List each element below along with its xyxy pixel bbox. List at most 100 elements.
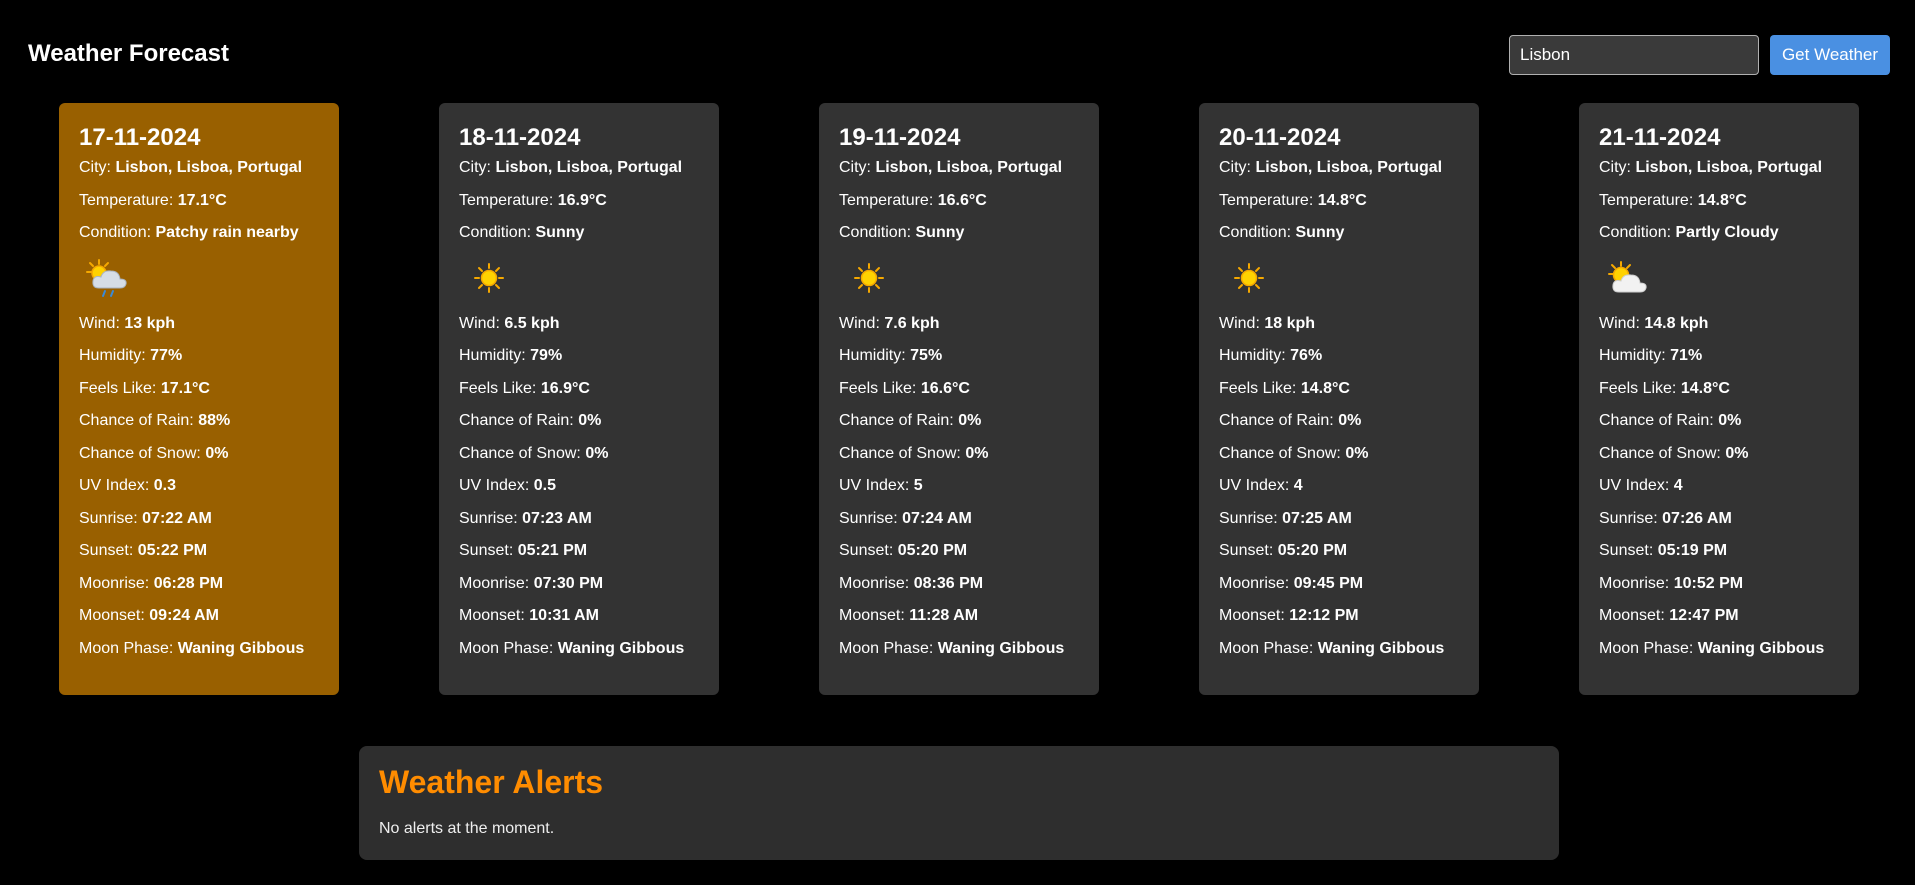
city-row: City: Lisbon, Lisboa, Portugal xyxy=(1219,158,1459,191)
moonset-label: Moonset: xyxy=(1599,607,1665,624)
humidity-value: 76% xyxy=(1290,347,1323,364)
sunset-label: Sunset: xyxy=(839,542,894,559)
chance-of-snow-row: Chance of Snow: 0% xyxy=(79,444,319,477)
feels-like-value: 17.1°C xyxy=(160,379,210,397)
uv-index-row: UV Index: 4 xyxy=(1219,476,1459,509)
condition-value: Sunny xyxy=(1295,224,1345,241)
chance-of-rain-value: 88% xyxy=(198,412,231,429)
wind-label: Wind: xyxy=(839,314,880,332)
chance-of-snow-row: Chance of Snow: 0% xyxy=(1599,444,1839,477)
condition-row: Condition: Patchy rain nearby xyxy=(79,223,319,256)
moonset-row: Moonset: 09:24 AM xyxy=(79,606,319,639)
moon-phase-row: Moon Phase: Waning Gibbous xyxy=(1599,639,1839,672)
wind-value: 6.5 kph xyxy=(504,314,560,332)
moonrise-row: Moonrise: 06:28 PM xyxy=(79,574,319,607)
condition-label: Condition: xyxy=(839,224,912,241)
forecast-card[interactable]: 20-11-2024 City: Lisbon, Lisboa, Portugal… xyxy=(1199,103,1479,695)
temperature-row: Temperature: 17.1°C xyxy=(79,191,319,224)
forecast-card[interactable]: 18-11-2024 City: Lisbon, Lisboa, Portugal… xyxy=(439,103,719,695)
sunset-label: Sunset: xyxy=(1219,542,1274,559)
sunrise-value: 07:25 AM xyxy=(1282,509,1352,527)
humidity-row: Humidity: 71% xyxy=(1599,346,1839,379)
wind-label: Wind: xyxy=(459,314,500,332)
sunset-row: Sunset: 05:19 PM xyxy=(1599,541,1839,574)
moon-phase-value: Waning Gibbous xyxy=(1317,639,1445,657)
chance-of-rain-value: 0% xyxy=(1338,412,1362,429)
chance-of-rain-row: Chance of Rain: 0% xyxy=(1219,411,1459,444)
moonset-row: Moonset: 11:28 AM xyxy=(839,606,1079,639)
sunrise-row: Sunrise: 07:25 AM xyxy=(1219,509,1459,542)
uv-index-row: UV Index: 0.5 xyxy=(459,476,699,509)
city-label: City: xyxy=(79,159,111,176)
wind-row: Wind: 7.6 kph xyxy=(839,314,1079,347)
forecast-date: 20-11-2024 xyxy=(1219,124,1341,151)
moon-phase-row: Moon Phase: Waning Gibbous xyxy=(1219,639,1459,672)
moonrise-row: Moonrise: 10:52 PM xyxy=(1599,574,1839,607)
moonrise-row: Moonrise: 08:36 PM xyxy=(839,574,1079,607)
forecast-cards: 17-11-2024 City: Lisbon, Lisboa, Portugal… xyxy=(0,103,1915,695)
feels-like-label: Feels Like: xyxy=(1219,379,1297,397)
city-value: Lisbon, Lisboa, Portugal xyxy=(1255,159,1443,176)
forecast-card[interactable]: 17-11-2024 City: Lisbon, Lisboa, Portugal… xyxy=(59,103,339,695)
sunrise-label: Sunrise: xyxy=(1599,509,1658,527)
temperature-value: 14.8°C xyxy=(1697,191,1747,209)
uv-index-label: UV Index: xyxy=(1219,477,1290,494)
wind-label: Wind: xyxy=(1599,314,1640,332)
sunset-value: 05:20 PM xyxy=(1277,542,1348,559)
city-row: City: Lisbon, Lisboa, Portugal xyxy=(79,158,319,191)
sunrise-label: Sunrise: xyxy=(459,509,518,527)
sunset-label: Sunset: xyxy=(1599,542,1654,559)
uv-index-row: UV Index: 5 xyxy=(839,476,1079,509)
sunset-row: Sunset: 05:21 PM xyxy=(459,541,699,574)
chance-of-rain-value: 0% xyxy=(1718,412,1742,429)
uv-index-value: 4 xyxy=(1673,477,1683,494)
city-label: City: xyxy=(1599,159,1631,176)
feels-like-value: 14.8°C xyxy=(1300,379,1350,397)
patchy-rain-icon xyxy=(79,254,139,314)
city-row: City: Lisbon, Lisboa, Portugal xyxy=(459,158,699,191)
condition-label: Condition: xyxy=(79,224,152,241)
chance-of-snow-label: Chance of Snow: xyxy=(459,444,581,462)
uv-index-label: UV Index: xyxy=(839,477,910,494)
condition-value: Partly Cloudy xyxy=(1675,224,1779,241)
chance-of-snow-value: 0% xyxy=(205,444,229,462)
moonrise-row: Moonrise: 07:30 PM xyxy=(459,574,699,607)
chance-of-rain-row: Chance of Rain: 88% xyxy=(79,411,319,444)
feels-like-value: 16.9°C xyxy=(540,379,590,397)
city-search-input[interactable] xyxy=(1509,35,1759,75)
chance-of-snow-value: 0% xyxy=(585,444,609,462)
feels-like-row: Feels Like: 14.8°C xyxy=(1599,379,1839,412)
moon-phase-value: Waning Gibbous xyxy=(177,639,305,657)
condition-value: Patchy rain nearby xyxy=(155,224,299,241)
chance-of-rain-label: Chance of Rain: xyxy=(1599,412,1714,429)
header: Weather Forecast Get Weather xyxy=(0,0,1915,100)
condition-row: Condition: Partly Cloudy xyxy=(1599,223,1839,256)
chance-of-rain-row: Chance of Rain: 0% xyxy=(839,411,1079,444)
forecast-card[interactable]: 21-11-2024 City: Lisbon, Lisboa, Portugal… xyxy=(1579,103,1859,695)
temperature-value: 14.8°C xyxy=(1317,191,1367,209)
uv-index-value: 0.5 xyxy=(533,477,556,494)
city-value: Lisbon, Lisboa, Portugal xyxy=(875,159,1063,176)
chance-of-rain-value: 0% xyxy=(578,412,602,429)
feels-like-label: Feels Like: xyxy=(459,379,537,397)
moonrise-value: 09:45 PM xyxy=(1293,574,1364,592)
alerts-title: Weather Alerts xyxy=(379,764,604,800)
forecast-card[interactable]: 19-11-2024 City: Lisbon, Lisboa, Portugal… xyxy=(819,103,1099,695)
condition-label: Condition: xyxy=(459,224,532,241)
condition-label: Condition: xyxy=(1219,224,1292,241)
moonrise-label: Moonrise: xyxy=(839,574,910,592)
moon-phase-label: Moon Phase: xyxy=(459,639,554,657)
feels-like-value: 14.8°C xyxy=(1680,379,1730,397)
condition-value: Sunny xyxy=(535,224,585,241)
chance-of-rain-label: Chance of Rain: xyxy=(1219,412,1334,429)
humidity-label: Humidity: xyxy=(839,347,906,364)
moonset-label: Moonset: xyxy=(839,607,905,624)
moonrise-value: 10:52 PM xyxy=(1673,574,1744,592)
city-value: Lisbon, Lisboa, Portugal xyxy=(115,159,303,176)
sunrise-value: 07:24 AM xyxy=(902,509,972,527)
moonrise-value: 08:36 PM xyxy=(913,574,984,592)
moonset-row: Moonset: 12:12 PM xyxy=(1219,606,1459,639)
get-weather-button[interactable]: Get Weather xyxy=(1770,35,1890,75)
chance-of-snow-value: 0% xyxy=(1725,444,1749,462)
wind-value: 14.8 kph xyxy=(1644,314,1709,332)
